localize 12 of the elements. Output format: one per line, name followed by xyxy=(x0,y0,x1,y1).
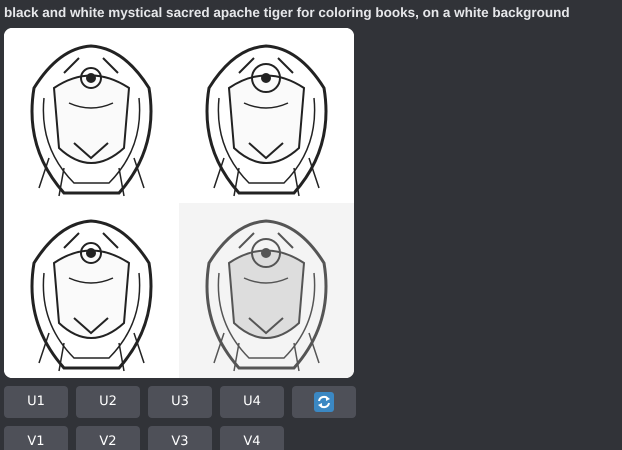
refresh-button[interactable] xyxy=(292,386,356,418)
variation-button[interactable]: U3 xyxy=(148,386,212,418)
variation-button[interactable]: V3 xyxy=(148,426,212,450)
variation-button[interactable]: V4 xyxy=(220,426,284,450)
variation-button[interactable]: V2 xyxy=(76,426,140,450)
prompt-text: black and white mystical sacred apache tiger for coloring books, on a white background xyxy=(4,4,571,22)
variation-button[interactable]: V1 xyxy=(4,426,68,450)
image-grid[interactable] xyxy=(4,28,354,378)
refresh-icon xyxy=(314,392,334,412)
variation-button[interactable]: U4 xyxy=(220,386,284,418)
variation-button[interactable]: U2 xyxy=(76,386,140,418)
variation-button[interactable]: U1 xyxy=(4,386,68,418)
